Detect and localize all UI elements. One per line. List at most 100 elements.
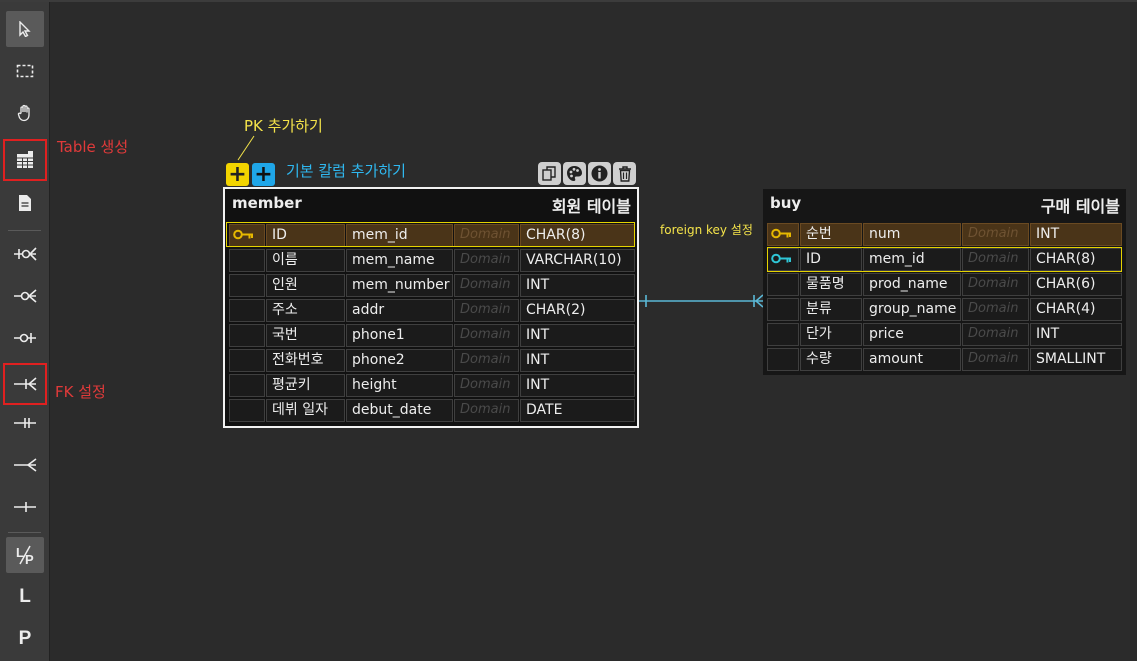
- domain-cell[interactable]: Domain: [962, 298, 1029, 321]
- datatype-cell[interactable]: INT: [520, 274, 635, 297]
- logical-name-cell[interactable]: 데뷔 일자: [266, 399, 345, 422]
- table-row[interactable]: 데뷔 일자 debut_date Domain DATE: [229, 399, 635, 422]
- key-cell[interactable]: [767, 348, 799, 371]
- table-row[interactable]: 물품명 prod_name Domain CHAR(6): [767, 273, 1122, 296]
- table-row[interactable]: 인원 mem_number Domain INT: [229, 274, 635, 297]
- logical-mode-icon[interactable]: L: [6, 579, 44, 615]
- table-row[interactable]: 수량 amount Domain SMALLINT: [767, 348, 1122, 371]
- copy-icon[interactable]: [538, 162, 561, 185]
- key-cell[interactable]: [767, 273, 799, 296]
- add-pk-column-button[interactable]: +: [226, 163, 249, 186]
- logical-name-cell[interactable]: 순번: [800, 223, 862, 246]
- domain-cell[interactable]: Domain: [454, 374, 519, 397]
- marquee-select-icon[interactable]: [6, 53, 44, 89]
- table-row[interactable]: ID mem_id Domain CHAR(8): [229, 224, 635, 247]
- logical-name-cell[interactable]: 인원: [266, 274, 345, 297]
- key-cell[interactable]: [229, 224, 265, 247]
- key-cell[interactable]: [767, 298, 799, 321]
- select-icon[interactable]: [6, 11, 44, 47]
- palette-icon[interactable]: [563, 162, 586, 185]
- domain-cell[interactable]: Domain: [962, 323, 1029, 346]
- physical-name-cell[interactable]: mem_id: [863, 248, 961, 271]
- logical-name-cell[interactable]: ID: [266, 224, 345, 247]
- add-column-button[interactable]: +: [252, 163, 275, 186]
- logical-name-cell[interactable]: 물품명: [800, 273, 862, 296]
- table-row[interactable]: 전화번호 phone2 Domain INT: [229, 349, 635, 372]
- physical-name-cell[interactable]: phone1: [346, 324, 453, 347]
- relation-one-one-icon[interactable]: [6, 405, 44, 441]
- datatype-cell[interactable]: INT: [1030, 223, 1122, 246]
- datatype-cell[interactable]: CHAR(2): [520, 299, 635, 322]
- key-cell[interactable]: [767, 248, 799, 271]
- logical-name-cell[interactable]: 수량: [800, 348, 862, 371]
- hand-pan-icon[interactable]: [6, 95, 44, 131]
- physical-mode-icon[interactable]: P: [6, 621, 44, 657]
- domain-cell[interactable]: Domain: [454, 399, 519, 422]
- physical-name-cell[interactable]: addr: [346, 299, 453, 322]
- logical-physical-toggle-icon[interactable]: LP: [6, 537, 44, 573]
- logical-name-cell[interactable]: 전화번호: [266, 349, 345, 372]
- datatype-cell[interactable]: CHAR(6): [1030, 273, 1122, 296]
- member-table-header[interactable]: member 회원 테이블: [225, 189, 637, 219]
- relation-zero-one-icon[interactable]: [6, 320, 44, 356]
- key-cell[interactable]: [229, 349, 265, 372]
- physical-name-cell[interactable]: price: [863, 323, 961, 346]
- datatype-cell[interactable]: DATE: [520, 399, 635, 422]
- datatype-cell[interactable]: CHAR(8): [1030, 248, 1122, 271]
- logical-name-cell[interactable]: 단가: [800, 323, 862, 346]
- key-cell[interactable]: [767, 223, 799, 246]
- domain-cell[interactable]: Domain: [454, 274, 519, 297]
- table-row[interactable]: 평균키 height Domain INT: [229, 374, 635, 397]
- physical-name-cell[interactable]: debut_date: [346, 399, 453, 422]
- logical-name-cell[interactable]: 평균키: [266, 374, 345, 397]
- domain-cell[interactable]: Domain: [962, 223, 1029, 246]
- physical-name-cell[interactable]: mem_id: [346, 224, 453, 247]
- table-row[interactable]: 국번 phone1 Domain INT: [229, 324, 635, 347]
- buy-table-header[interactable]: buy 구매 테이블: [763, 189, 1126, 219]
- table-row[interactable]: 이름 mem_name Domain VARCHAR(10): [229, 249, 635, 272]
- key-cell[interactable]: [229, 274, 265, 297]
- relation-zero-n-icon[interactable]: [6, 278, 44, 314]
- datatype-cell[interactable]: SMALLINT: [1030, 348, 1122, 371]
- member-table[interactable]: member 회원 테이블 ID mem_id Domain CHAR(8) 이름 mem…: [223, 187, 639, 428]
- domain-cell[interactable]: Domain: [962, 273, 1029, 296]
- logical-name-cell[interactable]: 국번: [266, 324, 345, 347]
- table-row[interactable]: 주소 addr Domain CHAR(2): [229, 299, 635, 322]
- domain-cell[interactable]: Domain: [454, 324, 519, 347]
- trash-icon[interactable]: [613, 162, 636, 185]
- datatype-cell[interactable]: CHAR(4): [1030, 298, 1122, 321]
- domain-cell[interactable]: Domain: [454, 224, 519, 247]
- key-cell[interactable]: [229, 399, 265, 422]
- table-row[interactable]: 단가 price Domain INT: [767, 323, 1122, 346]
- physical-name-cell[interactable]: group_name: [863, 298, 961, 321]
- datatype-cell[interactable]: INT: [520, 374, 635, 397]
- datatype-cell[interactable]: VARCHAR(10): [520, 249, 635, 272]
- key-cell[interactable]: [229, 249, 265, 272]
- relation-one-n-icon[interactable]: [3, 363, 47, 405]
- info-icon[interactable]: [588, 162, 611, 185]
- buy-table[interactable]: buy 구매 테이블 순번 num Domain INT ID mem_id Domain C…: [763, 189, 1126, 375]
- relation-one-icon[interactable]: [6, 489, 44, 525]
- logical-name-cell[interactable]: ID: [800, 248, 862, 271]
- relation-zero-one-n-icon[interactable]: [6, 236, 44, 272]
- physical-name-cell[interactable]: mem_name: [346, 249, 453, 272]
- physical-name-cell[interactable]: prod_name: [863, 273, 961, 296]
- relation-n-icon[interactable]: [6, 447, 44, 483]
- table-row[interactable]: 순번 num Domain INT: [767, 223, 1122, 246]
- table-create-icon[interactable]: [3, 139, 47, 181]
- key-cell[interactable]: [229, 324, 265, 347]
- key-cell[interactable]: [229, 374, 265, 397]
- table-row[interactable]: ID mem_id Domain CHAR(8): [767, 248, 1122, 271]
- physical-name-cell[interactable]: height: [346, 374, 453, 397]
- memo-icon[interactable]: [6, 185, 44, 221]
- domain-cell[interactable]: Domain: [454, 249, 519, 272]
- key-cell[interactable]: [229, 299, 265, 322]
- physical-name-cell[interactable]: amount: [863, 348, 961, 371]
- domain-cell[interactable]: Domain: [962, 348, 1029, 371]
- logical-name-cell[interactable]: 주소: [266, 299, 345, 322]
- logical-name-cell[interactable]: 이름: [266, 249, 345, 272]
- physical-name-cell[interactable]: num: [863, 223, 961, 246]
- datatype-cell[interactable]: INT: [1030, 323, 1122, 346]
- domain-cell[interactable]: Domain: [454, 349, 519, 372]
- datatype-cell[interactable]: CHAR(8): [520, 224, 635, 247]
